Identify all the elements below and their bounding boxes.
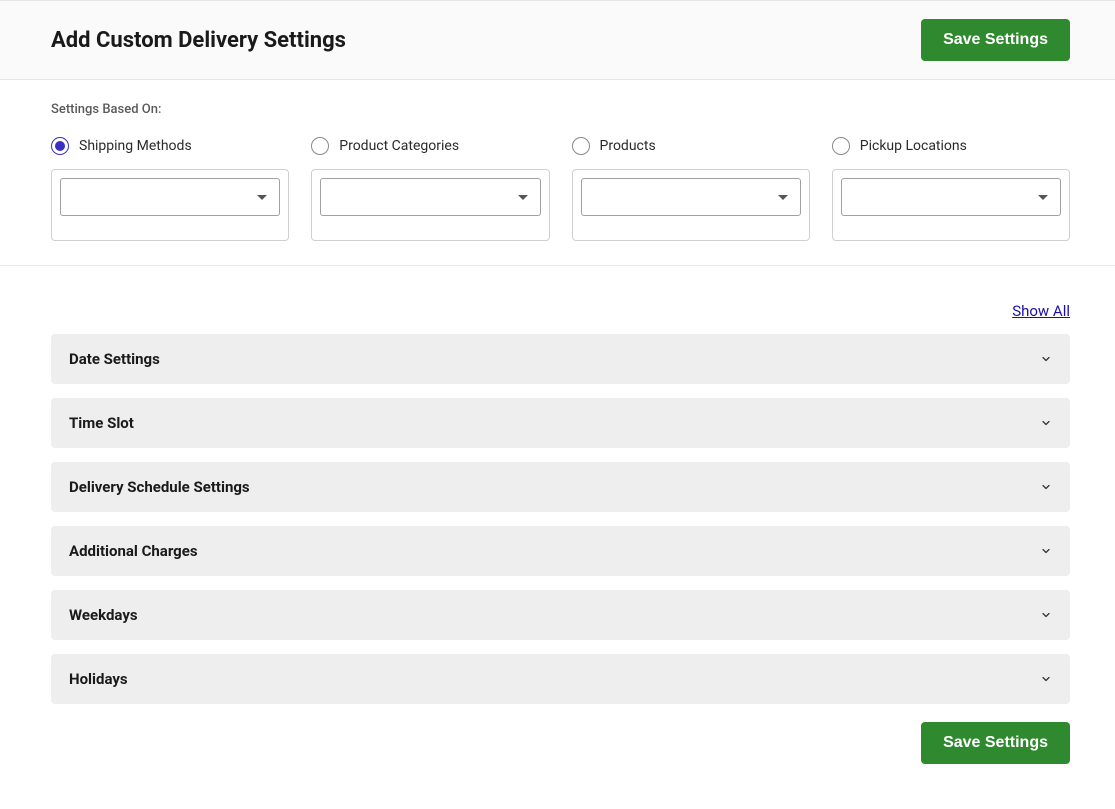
- accordion-title: Additional Charges: [69, 542, 198, 560]
- caret-down-icon: [257, 195, 267, 200]
- accordion-weekdays[interactable]: Weekdays: [51, 590, 1070, 640]
- show-all-row: Show All: [51, 266, 1070, 334]
- caret-down-icon: [1038, 195, 1048, 200]
- radio-product-categories[interactable]: Product Categories: [311, 137, 549, 155]
- settings-based-on-label: Settings Based On:: [51, 102, 1070, 117]
- radio-circle-icon: [832, 137, 850, 155]
- accordion-additional-charges[interactable]: Additional Charges: [51, 526, 1070, 576]
- radio-label: Shipping Methods: [79, 138, 192, 154]
- radio-label: Product Categories: [339, 138, 459, 154]
- accordion-title: Holidays: [69, 670, 128, 688]
- radio-shipping-methods[interactable]: Shipping Methods: [51, 137, 289, 155]
- caret-down-icon: [778, 195, 788, 200]
- radio-circle-icon: [572, 137, 590, 155]
- accordion-title: Date Settings: [69, 350, 160, 368]
- save-settings-button-bottom[interactable]: Save Settings: [921, 722, 1070, 764]
- settings-based-on-section: Settings Based On: Shipping Methods Prod…: [0, 80, 1115, 266]
- dropdown-product-categories-container: [311, 169, 549, 241]
- radio-pickup-locations[interactable]: Pickup Locations: [832, 137, 1070, 155]
- dropdown-shipping-methods[interactable]: [60, 178, 280, 216]
- header-bar: Add Custom Delivery Settings Save Settin…: [0, 0, 1115, 80]
- chevron-down-icon: [1040, 353, 1052, 365]
- page-title: Add Custom Delivery Settings: [51, 28, 346, 53]
- save-settings-button-top[interactable]: Save Settings: [921, 19, 1070, 61]
- show-all-link[interactable]: Show All: [1012, 302, 1070, 320]
- chevron-down-icon: [1040, 417, 1052, 429]
- accordion-delivery-schedule-settings[interactable]: Delivery Schedule Settings: [51, 462, 1070, 512]
- dropdown-product-categories[interactable]: [320, 178, 540, 216]
- caret-down-icon: [518, 195, 528, 200]
- option-pickup-locations: Pickup Locations: [832, 137, 1070, 265]
- content-area: Settings Based On: Shipping Methods Prod…: [0, 80, 1115, 804]
- option-product-categories: Product Categories: [311, 137, 549, 265]
- accordion-time-slot[interactable]: Time Slot: [51, 398, 1070, 448]
- dropdown-pickup-locations[interactable]: [841, 178, 1061, 216]
- sections-area: Show All Date Settings Time Slot Deliver…: [0, 266, 1115, 704]
- option-shipping-methods: Shipping Methods: [51, 137, 289, 265]
- chevron-down-icon: [1040, 673, 1052, 685]
- accordion-date-settings[interactable]: Date Settings: [51, 334, 1070, 384]
- footer-save-row: Save Settings: [0, 704, 1115, 764]
- accordion-title: Time Slot: [69, 414, 134, 432]
- option-products: Products: [572, 137, 810, 265]
- radio-label: Pickup Locations: [860, 138, 967, 154]
- dropdown-products-container: [572, 169, 810, 241]
- chevron-down-icon: [1040, 481, 1052, 493]
- radio-label: Products: [600, 138, 656, 154]
- radio-products[interactable]: Products: [572, 137, 810, 155]
- chevron-down-icon: [1040, 545, 1052, 557]
- dropdown-products[interactable]: [581, 178, 801, 216]
- dropdown-shipping-methods-container: [51, 169, 289, 241]
- radio-circle-icon: [311, 137, 329, 155]
- accordion-title: Weekdays: [69, 606, 138, 624]
- settings-based-on-options: Shipping Methods Product Categories: [51, 137, 1070, 265]
- accordion-title: Delivery Schedule Settings: [69, 478, 250, 496]
- accordion-group: Date Settings Time Slot Delivery Schedul…: [51, 334, 1070, 704]
- radio-circle-icon: [51, 137, 69, 155]
- accordion-holidays[interactable]: Holidays: [51, 654, 1070, 704]
- dropdown-pickup-locations-container: [832, 169, 1070, 241]
- radio-dot-icon: [55, 141, 65, 151]
- chevron-down-icon: [1040, 609, 1052, 621]
